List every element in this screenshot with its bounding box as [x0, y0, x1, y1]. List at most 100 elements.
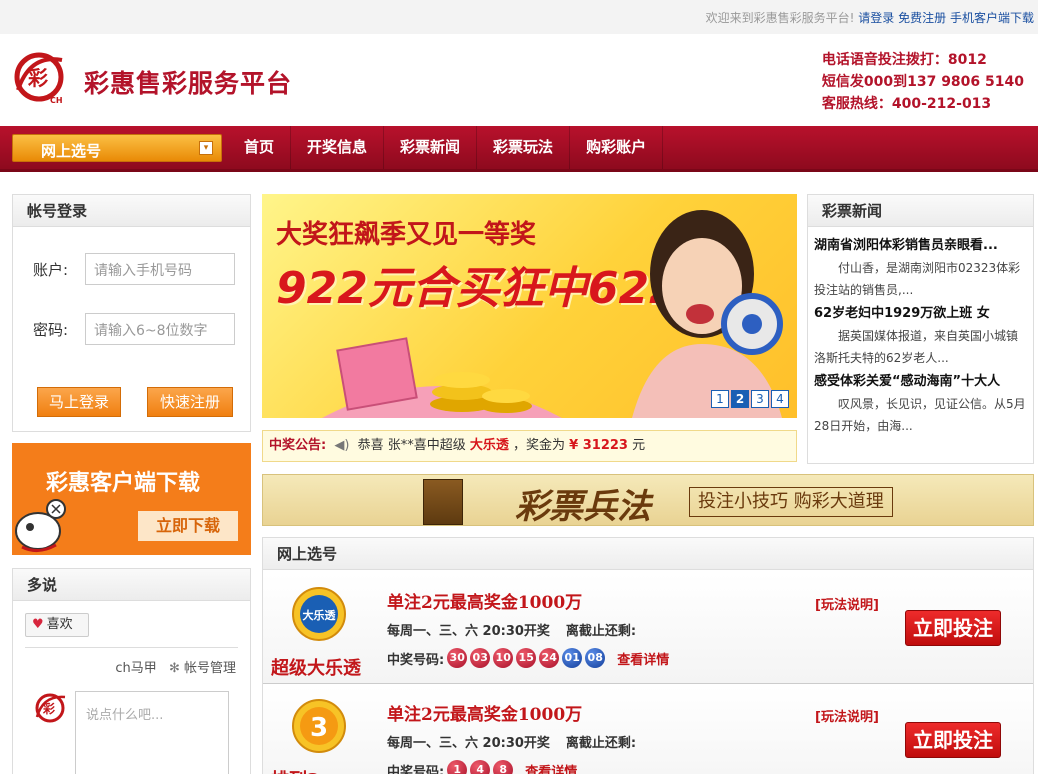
welcome-bar: 欢迎来到彩惠售彩服务平台! 请登录 免费注册 手机客户端下载 — [706, 9, 1034, 26]
game-name[interactable]: 超级大乐透 — [271, 654, 361, 680]
deadline-label: 离截止还剩: — [565, 736, 637, 751]
client-download-banner[interactable]: 彩惠客户端下载 立即下载 — [12, 443, 251, 555]
blue-ball: 08 — [585, 648, 606, 668]
red-ball: 15 — [516, 648, 537, 668]
lottery-panel: 网上选号 大乐透 超级大乐透 单注2元最高奖金1000万 每周一、三、六 20:… — [262, 537, 1034, 774]
site-title: 彩惠售彩服务平台 — [84, 69, 293, 98]
login-button[interactable]: 马上登录 — [37, 387, 121, 417]
service-hotline: 客服热线：400-212-013 — [821, 96, 992, 112]
blue-ball: 01 — [562, 648, 583, 668]
notice-game[interactable]: 大乐透 — [470, 438, 509, 453]
password-row: 密码: — [33, 319, 83, 340]
password-input[interactable]: 请输入6~8位数字 — [85, 313, 235, 345]
notice-unit: 元 — [632, 438, 646, 453]
news-item-desc: 叹风景，长见识，见证公信。从5月28日开始，由海... — [814, 397, 1026, 433]
login-panel: 帐号登录 账户: 请输入手机号码 密码: 请输入6~8位数字 马上登录 快速注册 — [12, 194, 251, 432]
avatar: 彩 — [35, 693, 66, 723]
red-ball: 24 — [539, 648, 560, 668]
view-detail-link[interactable]: 查看详情 — [617, 649, 669, 668]
nav-item-results[interactable]: 开奖信息 — [291, 126, 385, 169]
register-link[interactable]: 免费注册 — [898, 11, 946, 25]
pager-3[interactable]: 3 — [751, 390, 769, 408]
divider — [25, 647, 238, 648]
voice-hotline: 电话语音投注拨打：8012 — [821, 52, 987, 68]
download-title: 彩惠客户端下载 — [46, 471, 201, 496]
game-name[interactable]: 排列3 — [271, 766, 320, 774]
svg-text:大乐透: 大乐透 — [303, 608, 337, 622]
red-ball: 8 — [493, 760, 514, 774]
bet-now-button[interactable]: 立即投注 — [905, 722, 1001, 758]
notice-text-b: ，奖金为 — [513, 438, 566, 453]
client-download-link[interactable]: 手机客户端下载 — [950, 11, 1034, 25]
winning-numbers: 中奖号码: 30 03 10 15 24 01 08 查看详情 — [387, 648, 669, 668]
coins-gift-image — [322, 337, 562, 418]
view-detail-link[interactable]: 查看详情 — [525, 761, 577, 774]
quick-register-button[interactable]: 快速注册 — [147, 387, 233, 417]
news-panel: 彩票新闻 湖南省浏阳体彩销售员亲眼看... 付山香，是湖南浏阳市02323体彩投… — [807, 194, 1034, 464]
pl3-logo-icon: 3 — [292, 699, 346, 753]
top-bar: 欢迎来到彩惠售彩服务平台! 请登录 免费注册 手机客户端下载 — [0, 0, 1038, 34]
game-row-dlt: 大乐透 超级大乐透 单注2元最高奖金1000万 每周一、三、六 20:30开奖离… — [263, 574, 1033, 684]
account-input[interactable]: 请输入手机号码 — [85, 253, 235, 285]
schedule-text: 每周一、三、六 20:30开奖 — [387, 624, 550, 639]
login-panel-title: 帐号登录 — [13, 195, 250, 227]
main-nav: 网上选号 ▾ 首页 开奖信息 彩票新闻 彩票玩法 购彩账户 — [0, 126, 1038, 172]
game-headline[interactable]: 单注2元最高奖金1000万 — [387, 588, 582, 613]
red-ball: 10 — [493, 648, 514, 668]
sms-hotline: 短信发000到137 9806 5140 — [821, 74, 1024, 90]
game-schedule: 每周一、三、六 20:30开奖 离截止还剩: — [387, 620, 636, 639]
mascot-icon — [15, 499, 66, 552]
winning-numbers: 中奖号码: 1 4 8 查看详情 — [387, 760, 577, 774]
promo-banner[interactable]: 大奖狂飙季又见一等奖 922元合买狂中622万 1 2 3 4 — [262, 194, 797, 418]
notice-amount: ¥ 31223 — [569, 438, 628, 453]
duoshuo-panel: 多说 ♥ 喜欢 ch马甲 ✻ 帐号管理 彩 说点什么吧... — [12, 568, 251, 774]
red-ball: 4 — [470, 760, 491, 774]
news-item-title[interactable]: 62岁老妇中1929万欲上班 女 — [814, 303, 1027, 325]
nav-item-account[interactable]: 购彩账户 — [570, 126, 664, 169]
svg-text:CH: CH — [50, 96, 63, 105]
chevron-down-icon[interactable]: ▾ — [199, 141, 213, 155]
strategy-banner[interactable]: 彩票兵法 投注小技巧 购彩大道理 — [262, 474, 1034, 526]
game-headline[interactable]: 单注2元最高奖金1000万 — [387, 700, 582, 725]
like-label: 喜欢 — [46, 617, 73, 632]
red-ball: 30 — [447, 648, 468, 668]
rules-link[interactable]: [玩法说明] — [815, 706, 879, 725]
duoshuo-user: ch马甲 ✻ 帐号管理 — [115, 657, 236, 676]
comment-textarea[interactable]: 说点什么吧... — [75, 691, 229, 774]
nav-item-rules[interactable]: 彩票玩法 — [477, 126, 571, 169]
game-schedule: 每周一、三、六 20:30开奖 离截止还剩: — [387, 732, 636, 751]
nav-item-home[interactable]: 首页 — [228, 126, 292, 169]
lottery-panel-title: 网上选号 — [263, 538, 1033, 570]
svg-text:彩: 彩 — [42, 701, 55, 716]
pager-2[interactable]: 2 — [731, 390, 749, 408]
user-name[interactable]: ch马甲 — [115, 661, 156, 676]
header: 彩 CH 彩惠售彩服务平台 电话语音投注拨打：8012 短信发000到137 9… — [0, 34, 1038, 126]
dlt-logo-icon: 大乐透 — [292, 587, 346, 641]
spokesperson-image — [632, 210, 783, 418]
account-manage-link[interactable]: 帐号管理 — [184, 661, 236, 676]
pager-4[interactable]: 4 — [771, 390, 789, 408]
schedule-text: 每周一、三、六 20:30开奖 — [387, 736, 550, 751]
banner-line1: 大奖狂飙季又见一等奖 — [276, 220, 537, 250]
banner-pager: 1 2 3 4 — [709, 390, 789, 408]
svg-text:彩: 彩 — [27, 66, 48, 90]
hotline-info: 电话语音投注拨打：8012 短信发000到137 9806 5140 客服热线：… — [822, 49, 1024, 115]
rules-link[interactable]: [玩法说明] — [815, 594, 879, 613]
lottery-select-dropdown[interactable]: 网上选号 ▾ — [12, 134, 222, 162]
news-item-title[interactable]: 湖南省浏阳体彩销售员亲眼看... — [814, 235, 1027, 257]
login-link[interactable]: 请登录 — [858, 11, 894, 25]
site-logo[interactable]: 彩 CH — [10, 50, 72, 108]
book-icon — [423, 479, 463, 525]
pager-1[interactable]: 1 — [711, 390, 729, 408]
password-label: 密码: — [33, 321, 69, 339]
nav-item-news[interactable]: 彩票新闻 — [384, 126, 478, 169]
news-item-title[interactable]: 感受体彩关爱“感动海南”十大人 — [814, 371, 1027, 393]
news-item-desc: 据英国媒体报道，来自英国小城镇洛斯托夫特的62岁老人... — [814, 329, 1019, 365]
winner-notice: 中奖公告: ◀) 恭喜 张**喜中超级 大乐透 ，奖金为 ¥ 31223 元 — [262, 430, 797, 462]
download-now-button[interactable]: 立即下载 — [138, 511, 238, 541]
red-ball: 03 — [470, 648, 491, 668]
heart-icon: ♥ — [32, 617, 44, 632]
bet-now-button[interactable]: 立即投注 — [905, 610, 1001, 646]
strategy-subtitle: 投注小技巧 购彩大道理 — [689, 487, 893, 517]
like-button[interactable]: ♥ 喜欢 — [25, 613, 89, 637]
